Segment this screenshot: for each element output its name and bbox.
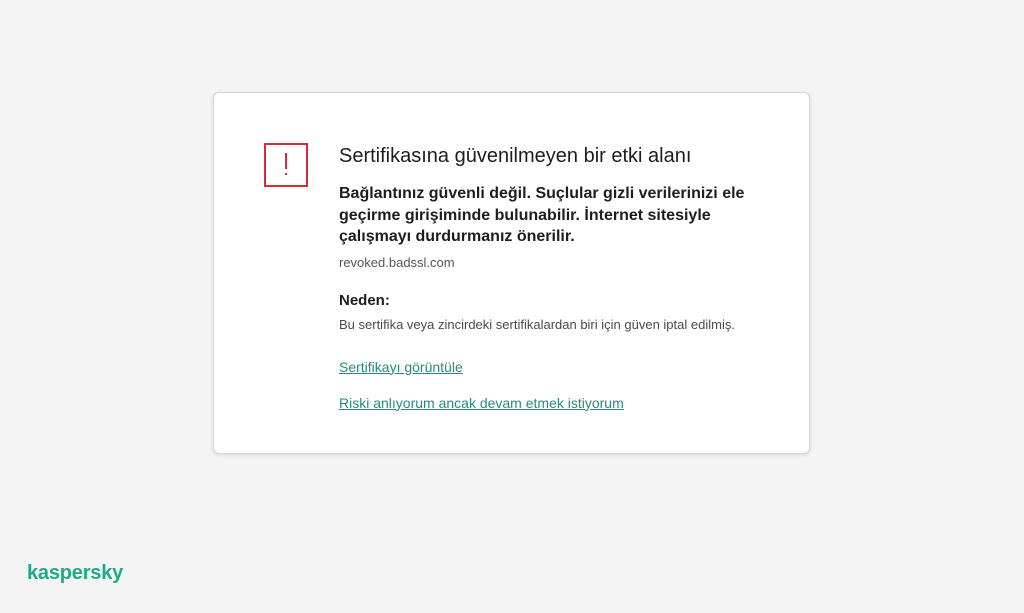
kaspersky-logo: kaspersky <box>27 562 124 584</box>
site-domain: revoked.badssl.com <box>339 254 455 270</box>
warning-description: Bağlantınız güvenli değil. Suçlular gizl… <box>339 185 745 245</box>
view-certificate-link[interactable]: Sertifikayı görüntüle <box>339 358 463 376</box>
reason-label: Neden: <box>339 291 390 309</box>
reason-text: Bu sertifika veya zincirdeki sertifikala… <box>339 316 735 332</box>
continue-anyway-link[interactable]: Riski anlıyorum ancak devam etmek istiyo… <box>339 394 624 412</box>
warning-card: Sertifikasına güvenilmeyen bir etki alan… <box>213 92 810 454</box>
page-title: Sertifikasına güvenilmeyen bir etki alan… <box>339 145 692 167</box>
warning-content: Sertifikasına güvenilmeyen bir etki alan… <box>339 143 779 413</box>
warning-icon <box>264 143 308 187</box>
